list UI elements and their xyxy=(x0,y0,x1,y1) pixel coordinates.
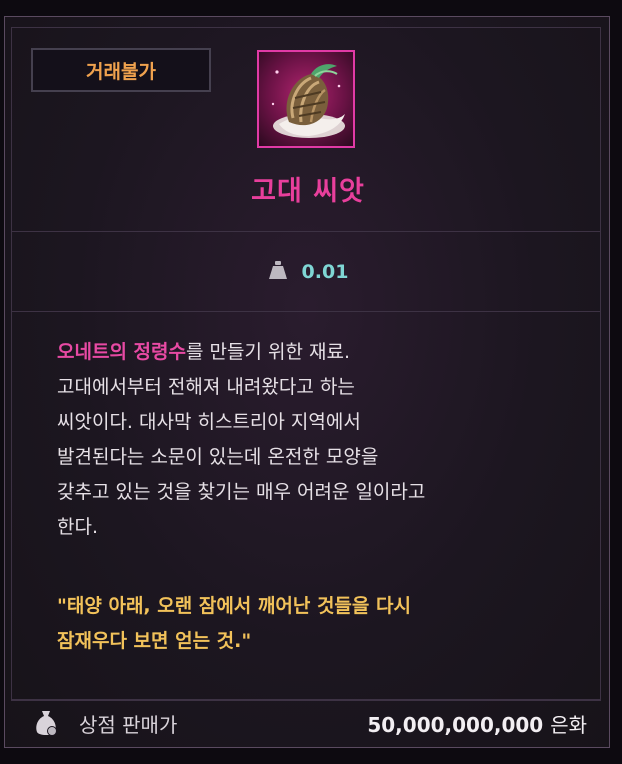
weight-icon xyxy=(268,260,288,284)
description-line: 오네트의 정령수를 만들기 위한 재료. xyxy=(57,341,350,363)
description-highlight: 오네트의 정령수 xyxy=(57,341,186,363)
divider xyxy=(11,311,601,312)
quote-line: "태양 아래, 오랜 잠에서 깨어난 것들을 다시 xyxy=(57,595,411,617)
divider xyxy=(11,699,601,700)
description-line: 고대에서부터 전해져 내려왔다고 하는 xyxy=(57,376,355,398)
weight-value: 0.01 xyxy=(301,261,349,283)
weight-row: 0.01 xyxy=(5,257,611,287)
description-line: 발견된다는 소문이 있는데 온전한 모양을 xyxy=(57,446,379,468)
currency-unit: 은화 xyxy=(550,712,587,737)
shop-price-label: 상점 판매가 xyxy=(79,712,178,737)
shop-price-row: 상점 판매가 50,000,000,000 은화 xyxy=(5,705,611,741)
item-name: 고대 씨앗 xyxy=(251,176,365,207)
item-quote: "태양 아래, 오랜 잠에서 깨어난 것들을 다시 잠재우다 보면 얻는 것." xyxy=(57,589,577,659)
item-description: 오네트의 정령수를 만들기 위한 재료. 고대에서부터 전해져 내려왔다고 하는… xyxy=(57,335,577,545)
untradeable-badge: 거래불가 xyxy=(31,48,211,92)
item-tooltip: 거래불가 고대 씨앗 0.01 오네트의 정령수를 만들기 위한 재료. 고대에… xyxy=(4,16,610,748)
shop-price-value: 50,000,000,000 은화 xyxy=(367,712,587,737)
description-line: 한다. xyxy=(57,516,98,538)
description-line: 씨앗이다. 대사막 히스트리아 지역에서 xyxy=(57,411,361,433)
seed-icon xyxy=(257,50,355,148)
quote-line: 잠재우다 보면 얻는 것." xyxy=(57,630,252,652)
money-bag-icon xyxy=(33,709,59,741)
description-line: 갖추고 있는 것을 찾기는 매우 어려운 일이라고 xyxy=(57,481,426,503)
divider xyxy=(11,231,601,232)
